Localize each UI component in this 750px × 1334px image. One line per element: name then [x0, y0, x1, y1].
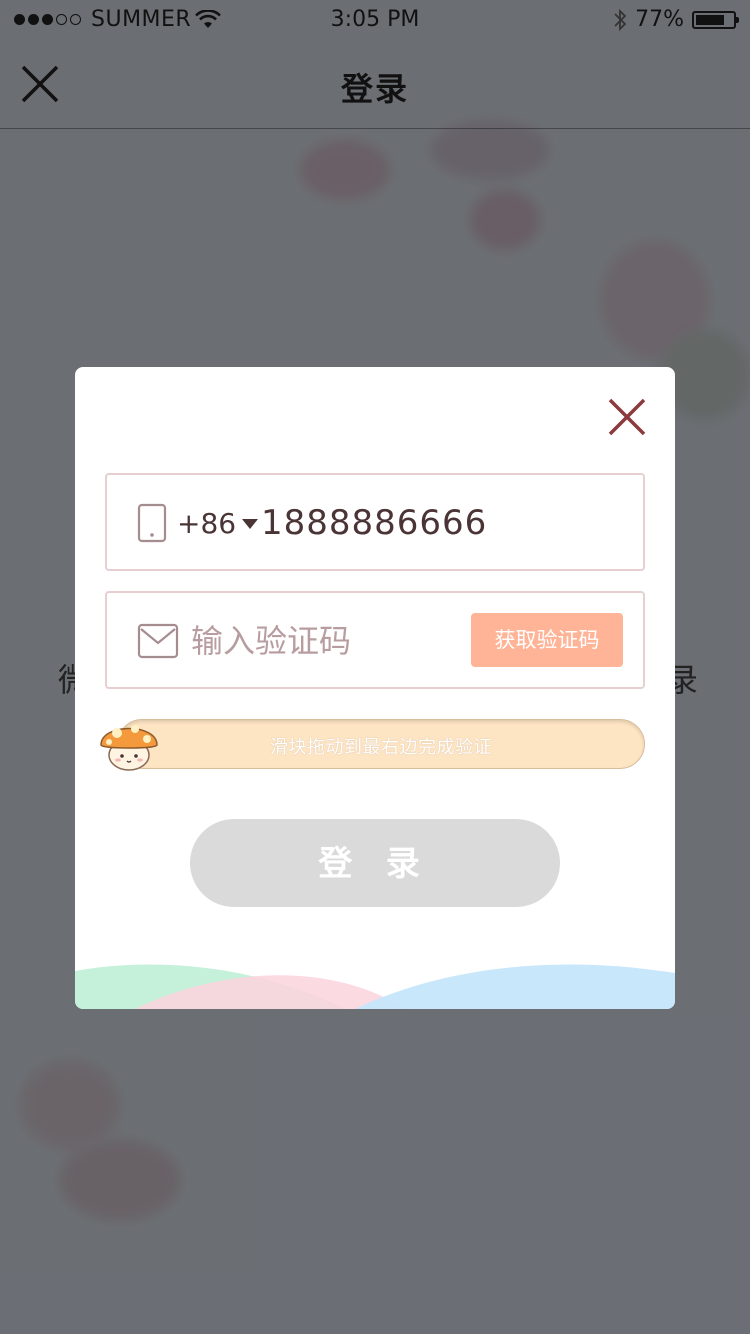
nav-bar: 登录: [0, 40, 750, 129]
verification-code-input[interactable]: [191, 617, 451, 665]
login-modal: +86 获取验证码 滑块拖动到最右边完成验证 登 录: [75, 367, 675, 1009]
phone-input[interactable]: [261, 499, 621, 547]
bluetooth-icon: [614, 8, 627, 31]
mushroom-icon[interactable]: [97, 711, 161, 775]
page-title: 登录: [340, 70, 409, 108]
code-field: 获取验证码: [105, 591, 645, 689]
phone-field: +86: [105, 473, 645, 571]
slider-hint: 滑块拖动到最右边完成验证: [270, 737, 492, 758]
decorative-waves: [75, 964, 675, 1009]
captcha-slider-track[interactable]: 滑块拖动到最右边完成验证: [117, 719, 645, 769]
country-code-select[interactable]: +86: [177, 507, 259, 540]
battery-icon: [692, 10, 739, 29]
caret-down-icon: [242, 518, 259, 529]
login-button[interactable]: 登 录: [190, 819, 560, 907]
country-code-label: +86: [177, 507, 237, 540]
mail-icon: [137, 623, 179, 659]
close-icon[interactable]: [607, 397, 647, 437]
battery-percent: 77%: [635, 7, 684, 32]
battery-level: [696, 14, 724, 25]
status-bar: SUMMER 3:05 PM 77%: [0, 0, 750, 40]
phone-icon: [137, 503, 167, 543]
get-code-button[interactable]: 获取验证码: [471, 613, 623, 667]
